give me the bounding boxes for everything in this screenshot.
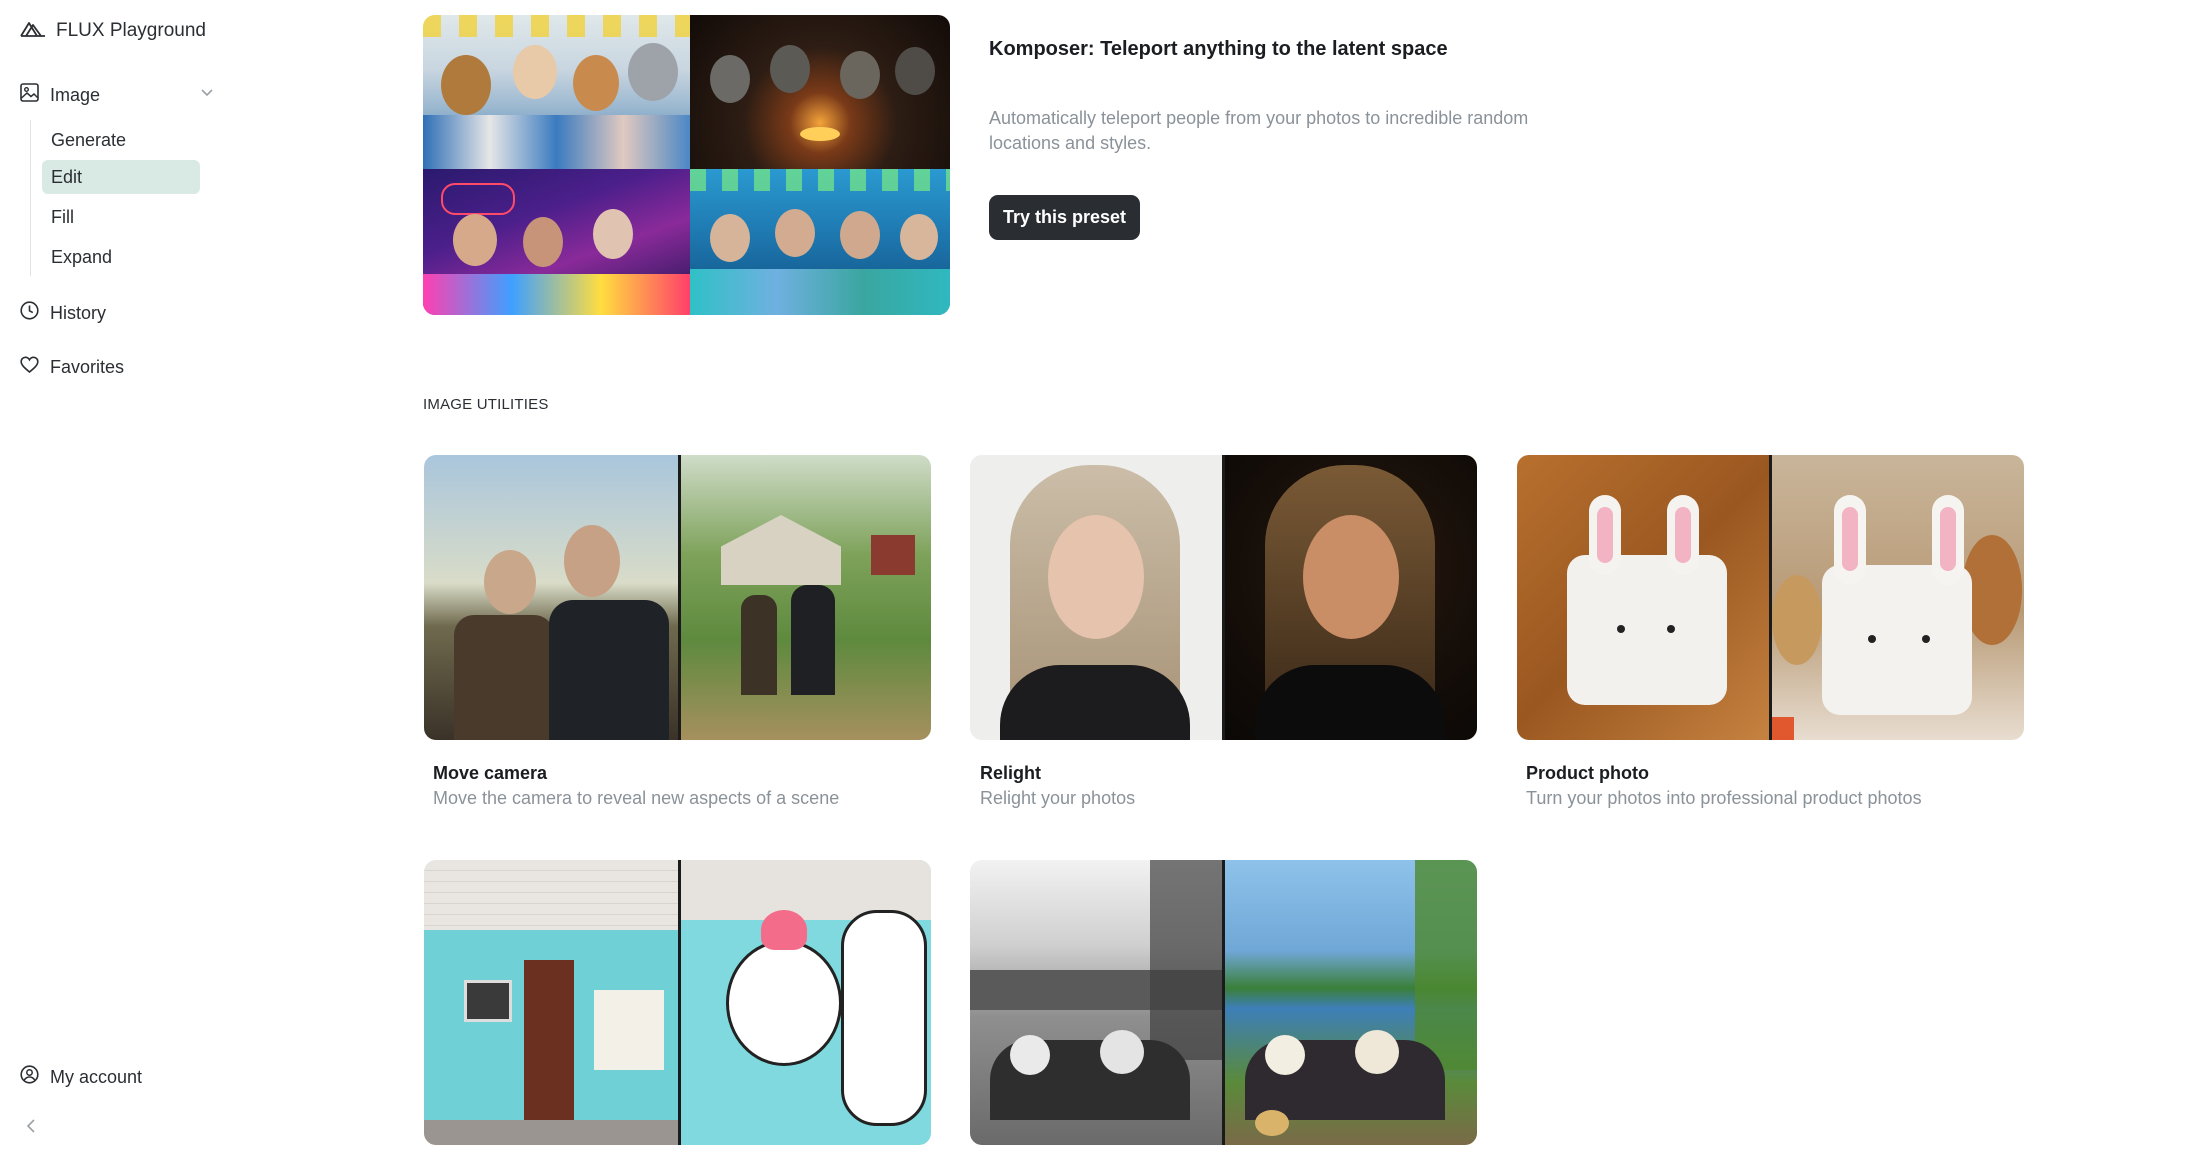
brand-link[interactable]: FLUX Playground [20, 20, 206, 42]
brand-name: FLUX Playground [56, 20, 206, 41]
nav-item-my-account[interactable]: My account [20, 1065, 142, 1089]
chevron-left-icon[interactable] [26, 1118, 36, 1139]
sidebar-item-fill[interactable]: Fill [42, 200, 200, 234]
nav-item-favorites-label: Favorites [50, 357, 125, 377]
sidebar-item-generate[interactable]: Generate [42, 123, 200, 157]
relight-after [1225, 455, 1477, 740]
picnic-before [970, 860, 1222, 1145]
nav-item-history[interactable]: History [20, 301, 106, 325]
card-title-product-photo[interactable]: Product photo [1526, 763, 1649, 784]
nav-item-image-label: Image [50, 84, 101, 105]
relight-before [970, 455, 1222, 740]
flux-logo-icon [20, 21, 46, 42]
sidebar: FLUX Playground Image Generate Edit Fill… [0, 0, 240, 1159]
hero-description: Automatically teleport people from your … [989, 108, 1529, 153]
hero-image-knights [690, 15, 950, 169]
move-camera-before [424, 455, 678, 740]
card-subtitle-relight: Relight your photos [980, 788, 1136, 808]
sidebar-item-edit[interactable]: Edit [42, 160, 200, 194]
card-subtitle-product-photo: Turn your photos into professional produ… [1526, 788, 1922, 808]
try-preset-button[interactable]: Try this preset [989, 195, 1140, 240]
card-title-move-camera[interactable]: Move camera [433, 763, 547, 784]
card-image-relight[interactable] [970, 455, 1477, 740]
heart-icon [20, 356, 39, 379]
product-after [1772, 455, 2024, 740]
nav-item-my-account-label: My account [50, 1066, 143, 1087]
nav-item-image[interactable]: Image [20, 83, 100, 107]
hero-image-disco [423, 169, 690, 315]
nav-item-favorites[interactable]: Favorites [20, 356, 124, 379]
clock-icon [20, 301, 39, 325]
section-heading-image-utilities: IMAGE UTILITIES [423, 396, 549, 413]
card-image-picnic[interactable] [970, 860, 1477, 1145]
storefront-after [681, 860, 931, 1145]
user-circle-icon [20, 1065, 39, 1089]
storefront-before [424, 860, 678, 1145]
image-icon [20, 83, 39, 107]
card-title-relight[interactable]: Relight [980, 763, 1041, 784]
product-before [1517, 455, 1769, 740]
chevron-down-icon[interactable] [200, 84, 214, 102]
hero-image-underwater [690, 169, 950, 315]
nav-item-history-label: History [50, 302, 107, 323]
image-subnav: Generate Edit Fill Expand [30, 120, 211, 276]
card-subtitle-move-camera: Move the camera to reveal new aspects of… [433, 788, 840, 808]
card-image-product-photo[interactable] [1517, 455, 2024, 740]
sidebar-item-expand[interactable]: Expand [42, 240, 200, 274]
card-image-move-camera[interactable] [424, 455, 931, 740]
move-camera-after [681, 455, 931, 740]
hero-image-party [423, 15, 690, 169]
picnic-after [1225, 860, 1477, 1145]
card-image-storefront[interactable] [424, 860, 931, 1145]
hero-preset-image[interactable] [423, 15, 950, 315]
hero-title: Komposer: Teleport anything to the laten… [989, 38, 1448, 60]
